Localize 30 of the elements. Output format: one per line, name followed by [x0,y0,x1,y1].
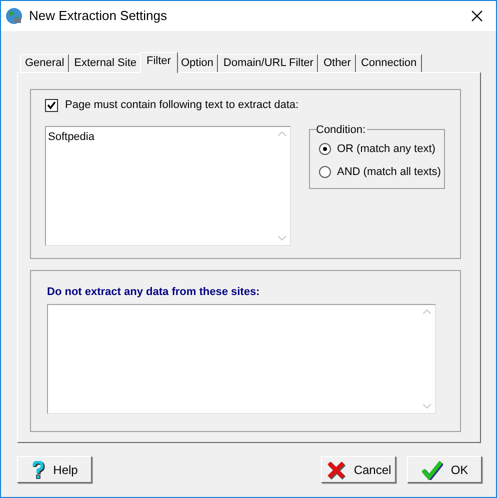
tab[interactable]: Filter [140,52,178,73]
tab[interactable]: Other [318,54,356,72]
tab[interactable]: General [20,54,70,72]
radio-button[interactable] [319,166,331,178]
text-value: Softpedia [48,131,94,143]
text-area[interactable] [47,304,436,414]
window-title: New Extraction Settings [29,7,168,26]
close-icon [471,10,483,22]
tab[interactable]: Connection [356,54,422,72]
help-button[interactable]: Help [17,456,92,483]
ok-button[interactable]: OK [407,456,482,483]
scroll-down-icon[interactable] [278,236,286,241]
radio-button[interactable] [319,143,331,156]
section-heading: Do not extract any data from these sites: [47,285,261,300]
checkbox-label: Page must contain following text to extract data: [65,98,299,113]
radio-label: AND (match all texts) [337,164,441,180]
globe-icon [5,7,23,25]
checkbox[interactable] [45,98,58,112]
cross-icon [326,460,346,480]
tab[interactable]: Option [176,54,218,72]
scroll-up-icon[interactable] [423,309,431,314]
question-icon [31,460,46,478]
scroll-down-icon[interactable] [423,404,431,409]
text-area[interactable]: Softpedia [45,126,291,246]
radio-label: OR (match any text) [337,142,436,157]
tab[interactable]: Domain/URL Filter [218,54,318,72]
cancel-button[interactable]: Cancel [321,456,396,483]
checkmark-icon [420,460,443,480]
tab[interactable]: External Site [69,54,142,72]
scroll-up-icon[interactable] [278,131,286,136]
